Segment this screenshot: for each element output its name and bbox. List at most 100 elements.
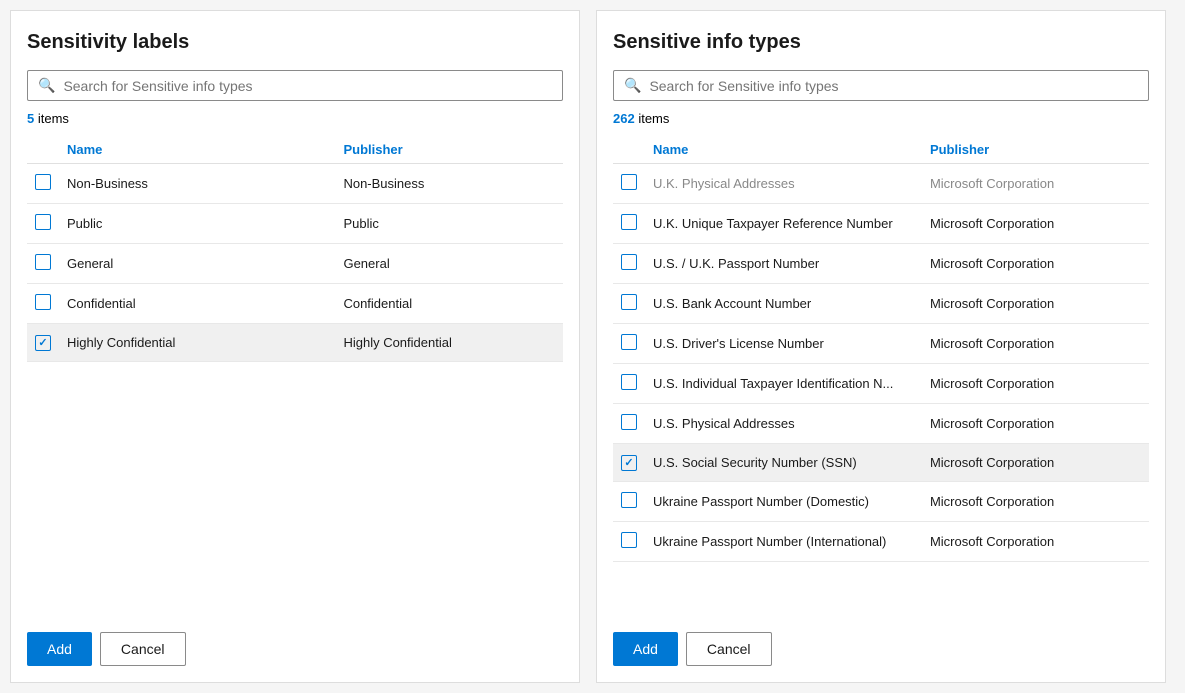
row-name: U.S. Physical Addresses xyxy=(645,404,922,444)
left-add-button[interactable]: Add xyxy=(27,632,92,666)
row-name: U.K. Physical Addresses xyxy=(645,164,922,204)
right-panel-title: Sensitive info types xyxy=(613,31,1149,54)
row-name: Confidential xyxy=(59,284,335,324)
table-row[interactable]: U.S. / U.K. Passport NumberMicrosoft Cor… xyxy=(613,244,1149,284)
checkbox-cell[interactable] xyxy=(613,164,645,204)
left-table: Name Publisher Non-BusinessNon-BusinessP… xyxy=(27,136,563,362)
row-publisher: Public xyxy=(335,204,563,244)
table-row[interactable]: Ukraine Passport Number (International)M… xyxy=(613,521,1149,561)
left-search-icon: 🔍 xyxy=(38,77,55,94)
checkbox-cell[interactable] xyxy=(27,244,59,284)
row-publisher: Microsoft Corporation xyxy=(922,164,1149,204)
row-publisher: General xyxy=(335,244,563,284)
left-col-name: Name xyxy=(59,136,335,164)
row-publisher: Non-Business xyxy=(335,164,563,204)
row-name: Non-Business xyxy=(59,164,335,204)
table-row[interactable]: Highly ConfidentialHighly Confidential xyxy=(27,324,563,362)
right-table-container: Name Publisher U.K. Physical AddressesMi… xyxy=(613,136,1149,606)
checkbox-icon xyxy=(621,414,637,430)
table-row[interactable]: U.S. Driver's License NumberMicrosoft Co… xyxy=(613,324,1149,364)
row-publisher: Microsoft Corporation xyxy=(922,284,1149,324)
checkbox-icon xyxy=(621,374,637,390)
table-row[interactable]: GeneralGeneral xyxy=(27,244,563,284)
left-table-container: Name Publisher Non-BusinessNon-BusinessP… xyxy=(27,136,563,606)
left-panel-title: Sensitivity labels xyxy=(27,31,563,54)
table-row[interactable]: Non-BusinessNon-Business xyxy=(27,164,563,204)
right-search-input[interactable] xyxy=(649,78,1138,94)
checkbox-cell[interactable] xyxy=(613,521,645,561)
checkbox-icon xyxy=(35,335,51,351)
sensitivity-labels-panel: Sensitivity labels 🔍 5 items Name Publis… xyxy=(10,10,580,683)
table-row[interactable]: Ukraine Passport Number (Domestic)Micros… xyxy=(613,481,1149,521)
row-publisher: Microsoft Corporation xyxy=(922,404,1149,444)
row-name: U.S. Social Security Number (SSN) xyxy=(645,444,922,482)
row-name: U.S. Individual Taxpayer Identification … xyxy=(645,364,922,404)
checkbox-cell[interactable] xyxy=(613,204,645,244)
checkbox-icon xyxy=(35,174,51,190)
checkbox-cell[interactable] xyxy=(613,444,645,482)
sensitive-info-types-panel: Sensitive info types 🔍 262 items Name Pu… xyxy=(596,10,1166,683)
row-publisher: Microsoft Corporation xyxy=(922,204,1149,244)
left-cancel-button[interactable]: Cancel xyxy=(100,632,186,666)
checkbox-icon xyxy=(35,214,51,230)
table-row[interactable]: PublicPublic xyxy=(27,204,563,244)
checkbox-icon xyxy=(621,455,637,471)
row-name: U.S. Driver's License Number xyxy=(645,324,922,364)
left-footer-buttons: Add Cancel xyxy=(27,622,563,666)
right-col-name: Name xyxy=(645,136,922,164)
row-name: Ukraine Passport Number (International) xyxy=(645,521,922,561)
table-row[interactable]: U.S. Individual Taxpayer Identification … xyxy=(613,364,1149,404)
checkbox-icon xyxy=(35,294,51,310)
checkbox-cell[interactable] xyxy=(613,324,645,364)
checkbox-icon xyxy=(621,174,637,190)
row-publisher: Confidential xyxy=(335,284,563,324)
right-item-count: 262 items xyxy=(613,111,1149,126)
table-row[interactable]: U.S. Physical AddressesMicrosoft Corpora… xyxy=(613,404,1149,444)
checkbox-cell[interactable] xyxy=(613,244,645,284)
right-cancel-button[interactable]: Cancel xyxy=(686,632,772,666)
checkbox-cell[interactable] xyxy=(613,481,645,521)
right-add-button[interactable]: Add xyxy=(613,632,678,666)
row-name: Highly Confidential xyxy=(59,324,335,362)
table-row[interactable]: U.S. Bank Account NumberMicrosoft Corpor… xyxy=(613,284,1149,324)
row-publisher: Microsoft Corporation xyxy=(922,324,1149,364)
right-col-publisher: Publisher xyxy=(922,136,1149,164)
table-row[interactable]: U.K. Physical AddressesMicrosoft Corpora… xyxy=(613,164,1149,204)
checkbox-cell[interactable] xyxy=(613,364,645,404)
left-col-checkbox xyxy=(27,136,59,164)
checkbox-icon xyxy=(621,334,637,350)
row-name: U.K. Unique Taxpayer Reference Number xyxy=(645,204,922,244)
row-name: U.S. Bank Account Number xyxy=(645,284,922,324)
checkbox-cell[interactable] xyxy=(613,284,645,324)
checkbox-cell[interactable] xyxy=(27,164,59,204)
row-publisher: Microsoft Corporation xyxy=(922,244,1149,284)
left-item-count: 5 items xyxy=(27,111,563,126)
right-search-box[interactable]: 🔍 xyxy=(613,70,1149,101)
right-search-icon: 🔍 xyxy=(624,77,641,94)
row-publisher: Microsoft Corporation xyxy=(922,364,1149,404)
checkbox-cell[interactable] xyxy=(613,404,645,444)
table-row[interactable]: U.S. Social Security Number (SSN)Microso… xyxy=(613,444,1149,482)
row-name: U.S. / U.K. Passport Number xyxy=(645,244,922,284)
checkbox-cell[interactable] xyxy=(27,284,59,324)
row-publisher: Microsoft Corporation xyxy=(922,444,1149,482)
table-row[interactable]: U.K. Unique Taxpayer Reference NumberMic… xyxy=(613,204,1149,244)
table-row[interactable]: ConfidentialConfidential xyxy=(27,284,563,324)
checkbox-cell[interactable] xyxy=(27,324,59,362)
checkbox-cell[interactable] xyxy=(27,204,59,244)
right-footer-buttons: Add Cancel xyxy=(613,622,1149,666)
checkbox-icon xyxy=(621,214,637,230)
right-table: Name Publisher U.K. Physical AddressesMi… xyxy=(613,136,1149,562)
left-col-publisher: Publisher xyxy=(335,136,563,164)
row-name: General xyxy=(59,244,335,284)
left-search-input[interactable] xyxy=(63,78,552,94)
checkbox-icon xyxy=(621,294,637,310)
checkbox-icon xyxy=(35,254,51,270)
row-publisher: Microsoft Corporation xyxy=(922,521,1149,561)
checkbox-icon xyxy=(621,254,637,270)
left-search-box[interactable]: 🔍 xyxy=(27,70,563,101)
row-name: Ukraine Passport Number (Domestic) xyxy=(645,481,922,521)
row-name: Public xyxy=(59,204,335,244)
right-col-checkbox xyxy=(613,136,645,164)
checkbox-icon xyxy=(621,532,637,548)
